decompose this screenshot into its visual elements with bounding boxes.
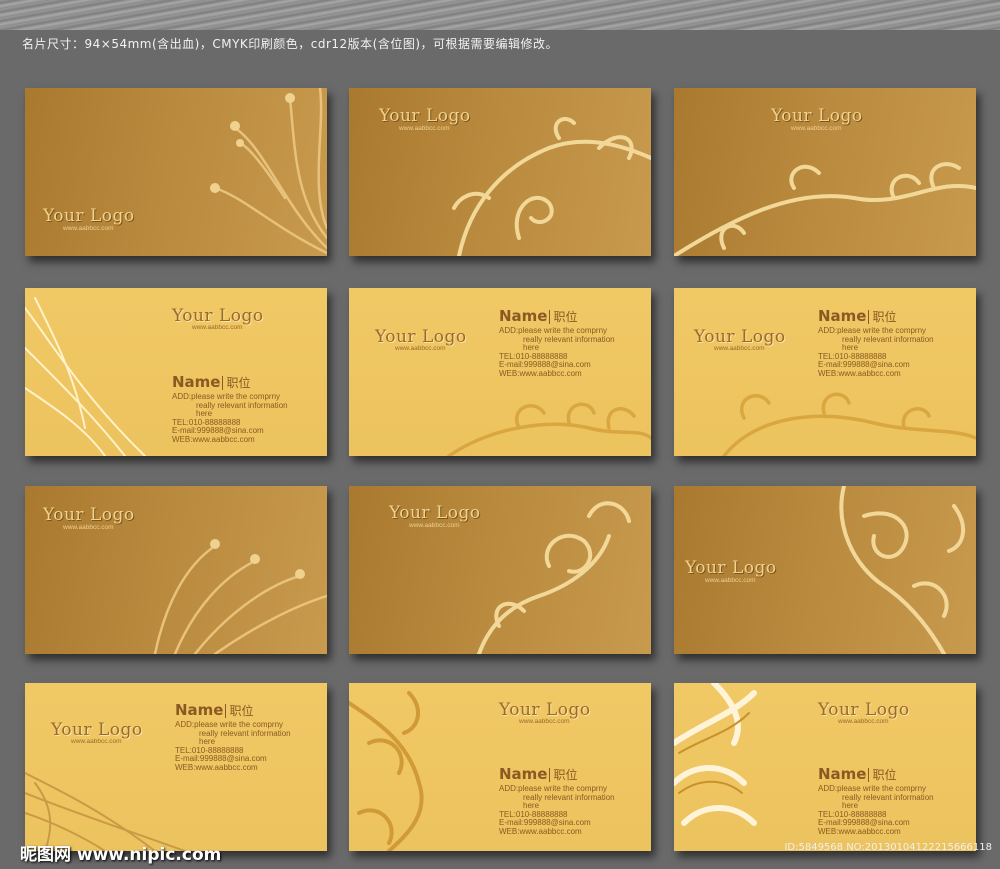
business-card-2: Your Logo www.aabbcc.com: [349, 88, 651, 256]
logo-text: Your Logo: [499, 700, 591, 720]
job-title: 职位: [225, 704, 254, 718]
website-text: www.aabbcc.com: [395, 345, 446, 352]
contact-block: Name 职位 ADD:please write the comprny real…: [172, 374, 288, 445]
business-card-6: Your Logo www.aabbcc.com Name 职位 ADD:plea…: [674, 288, 976, 456]
job-title: 职位: [549, 768, 578, 782]
business-card-10: Your Logo www.aabbcc.com Name 职位 ADD:plea…: [25, 683, 327, 851]
logo-text: Your Logo: [389, 503, 481, 523]
logo-text: Your Logo: [43, 505, 135, 525]
header-wave-band: [0, 0, 1000, 30]
web-text: WEB:www.aabbcc.com: [499, 368, 582, 378]
address-line-2: really relevant information: [842, 334, 934, 344]
business-card-11: Your Logo www.aabbcc.com Name 职位 ADD:plea…: [349, 683, 651, 851]
web-text: WEB:www.aabbcc.com: [818, 826, 901, 836]
website-text: www.aabbcc.com: [838, 718, 889, 725]
business-card-9: Your Logo www.aabbcc.com: [674, 486, 976, 654]
logo-text: Your Logo: [771, 106, 863, 126]
business-card-3: Your Logo www.aabbcc.com: [674, 88, 976, 256]
logo-text: Your Logo: [379, 106, 471, 126]
business-card-7: Your Logo www.aabbcc.com: [25, 486, 327, 654]
business-card-5: Your Logo www.aabbcc.com Name 职位 ADD:plea…: [349, 288, 651, 456]
contact-block: Name 职位 ADD:please write the comprny real…: [818, 308, 934, 379]
site-watermark: 昵图网 www.nipic.com: [20, 845, 222, 865]
logo-text: Your Logo: [51, 720, 143, 740]
website-text: www.aabbcc.com: [705, 577, 756, 584]
website-text: www.aabbcc.com: [409, 522, 460, 529]
logo-text: Your Logo: [172, 306, 264, 326]
image-id-watermark: ID:5849568 NO:20130104122215666118: [784, 842, 992, 853]
address-line-2: really relevant information: [842, 792, 934, 802]
address-line-2: really relevant information: [523, 334, 615, 344]
business-card-12: Your Logo www.aabbcc.com Name 职位 ADD:plea…: [674, 683, 976, 851]
logo-text: Your Logo: [375, 327, 467, 347]
address-line-2: really relevant information: [199, 728, 291, 738]
logo-text: Your Logo: [818, 700, 910, 720]
business-card-8: Your Logo www.aabbcc.com: [349, 486, 651, 654]
web-text: WEB:www.aabbcc.com: [499, 826, 582, 836]
website-text: www.aabbcc.com: [519, 718, 570, 725]
contact-block: Name 职位 ADD:please write the comprny real…: [818, 766, 934, 837]
logo-text: Your Logo: [685, 558, 777, 578]
contact-block: Name 职位 ADD:please write the comprny real…: [175, 702, 291, 773]
name-text: Name: [175, 701, 224, 719]
job-title: 职位: [868, 310, 897, 324]
website-text: www.aabbcc.com: [63, 524, 114, 531]
website-text: www.aabbcc.com: [63, 225, 114, 232]
web-text: WEB:www.aabbcc.com: [818, 368, 901, 378]
web-text: WEB:www.aabbcc.com: [175, 762, 258, 772]
name-text: Name: [499, 765, 548, 783]
job-title: 职位: [222, 376, 251, 390]
contact-block: Name 职位 ADD:please write the comprny real…: [499, 308, 615, 379]
logo-text: Your Logo: [43, 206, 135, 226]
address-line-2: really relevant information: [523, 792, 615, 802]
name-text: Name: [818, 307, 867, 325]
logo-text: Your Logo: [694, 327, 786, 347]
website-text: www.aabbcc.com: [714, 345, 765, 352]
business-card-4: Your Logo www.aabbcc.com Name 职位 ADD:plea…: [25, 288, 327, 456]
spec-caption: 名片尺寸：94×54mm(含出血)，CMYK印刷颜色，cdr12版本(含位图)，…: [22, 37, 559, 51]
business-card-1: Your Logo www.aabbcc.com: [25, 88, 327, 256]
address-line-2: really relevant information: [196, 400, 288, 410]
name-text: Name: [499, 307, 548, 325]
name-text: Name: [818, 765, 867, 783]
website-text: www.aabbcc.com: [192, 324, 243, 331]
website-text: www.aabbcc.com: [399, 125, 450, 132]
job-title: 职位: [549, 310, 578, 324]
name-text: Name: [172, 373, 221, 391]
contact-block: Name 职位 ADD:please write the comprny real…: [499, 766, 615, 837]
website-text: www.aabbcc.com: [71, 738, 122, 745]
job-title: 职位: [868, 768, 897, 782]
web-text: WEB:www.aabbcc.com: [172, 434, 255, 444]
website-text: www.aabbcc.com: [791, 125, 842, 132]
